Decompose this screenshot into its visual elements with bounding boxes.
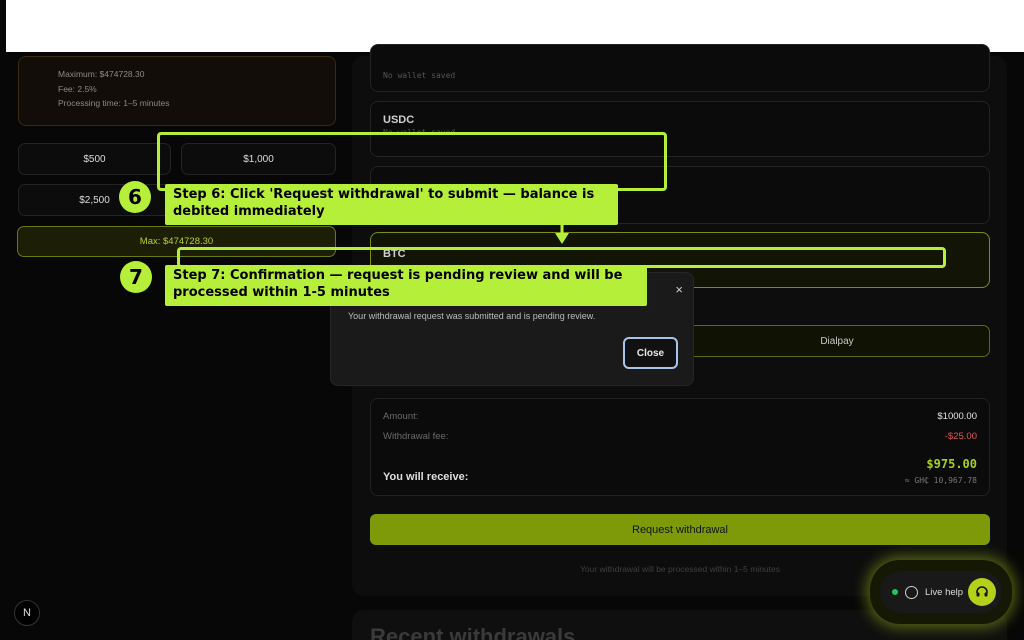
- wallet-name: USDC: [383, 114, 415, 126]
- confirmation-message: Your withdrawal request was submitted an…: [348, 311, 596, 321]
- step-7-callout: Step 7: Confirmation — request is pendin…: [165, 265, 647, 306]
- step-6-badge: 6: [119, 181, 151, 213]
- step-arrow-icon: [555, 225, 569, 244]
- online-status-dot: [892, 589, 898, 595]
- step-7-badge: 7: [120, 261, 152, 293]
- step-6-callout: Step 6: Click 'Request withdrawal' to su…: [165, 184, 618, 225]
- close-button[interactable]: Close: [623, 337, 678, 369]
- fee-text: Fee: 2.5%: [58, 83, 97, 94]
- fee-value: -$25.00: [944, 431, 977, 442]
- close-icon[interactable]: ×: [675, 282, 683, 297]
- withdrawal-summary: Amount: $1000.00 Withdrawal fee: -$25.00…: [370, 398, 990, 496]
- processing-time-text: Processing time: 1–5 minutes: [58, 98, 170, 108]
- headset-icon: [968, 578, 996, 606]
- amount-500-button[interactable]: $500: [18, 143, 171, 175]
- chat-bubble-icon: [905, 585, 918, 599]
- request-withdrawal-button[interactable]: Request withdrawal: [370, 514, 990, 545]
- framework-logo[interactable]: N: [14, 600, 40, 626]
- amount-value: $1000.00: [937, 411, 977, 422]
- wallet-option-1[interactable]: No wallet saved: [370, 44, 990, 92]
- maximum-text: Maximum: $474728.30: [58, 69, 145, 79]
- step-6-highlight: [157, 132, 667, 191]
- receive-local-value: ≈ GH₵ 10,967.78: [904, 476, 977, 485]
- amount-label: Amount:: [383, 411, 419, 422]
- fee-label: Withdrawal fee:: [383, 431, 449, 442]
- wallet-status: No wallet saved: [383, 71, 456, 80]
- receive-value: $975.00: [926, 457, 977, 471]
- recent-withdrawals-title: Recent withdrawals: [370, 624, 576, 640]
- method-option-dialpay[interactable]: Dialpay: [684, 325, 990, 357]
- receive-label: You will receive:: [383, 471, 469, 483]
- withdrawal-limits-card: Maximum: $474728.30 Fee: 2.5% Processing…: [18, 56, 336, 126]
- live-help-label: Live help: [925, 586, 964, 598]
- live-help-button[interactable]: Live help: [880, 571, 1002, 613]
